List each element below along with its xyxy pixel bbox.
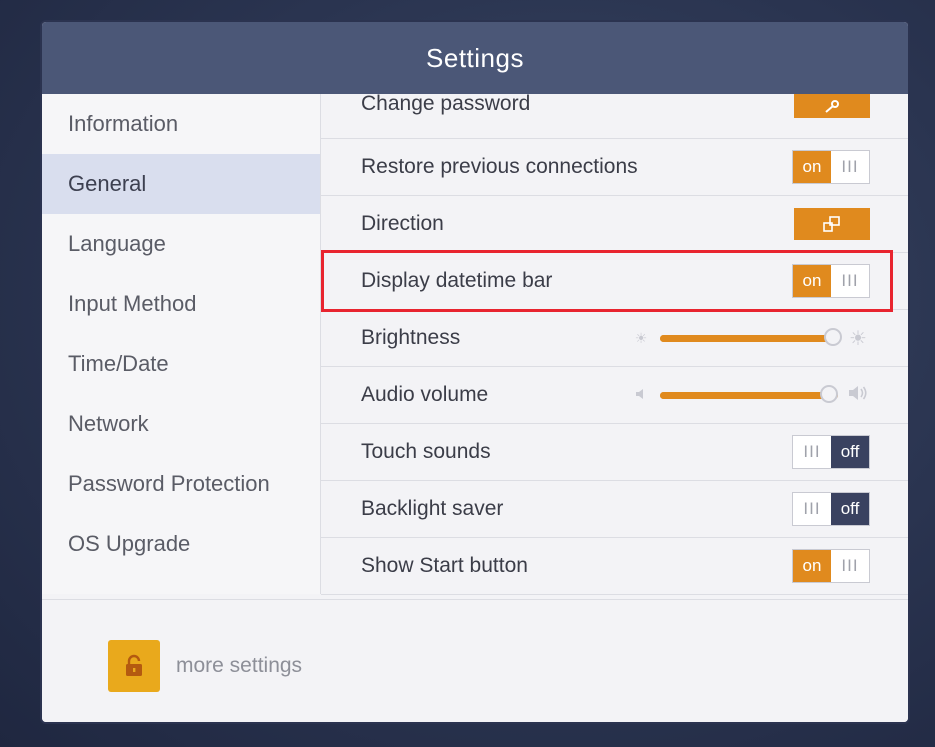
more-settings-label: more settings — [176, 654, 303, 677]
slider-handle[interactable] — [823, 327, 842, 346]
setting-label: Restore previous connections — [361, 155, 638, 178]
setting-label: Brightness — [361, 326, 461, 349]
toggle-grip: III — [841, 157, 859, 176]
toggle-off-label: off — [831, 436, 869, 468]
volume-low-icon — [630, 387, 652, 403]
display-datetime-bar-toggle[interactable]: on III — [792, 264, 870, 298]
setting-direction: Direction — [321, 196, 908, 253]
window-title: Settings — [42, 22, 908, 94]
brightness-slider[interactable] — [660, 327, 842, 346]
sidebar-item-information[interactable]: Information — [42, 94, 320, 154]
setting-change-password: Change password — [321, 94, 908, 139]
setting-label: Audio volume — [361, 383, 489, 406]
setting-label: Show Start button — [361, 554, 528, 577]
key-icon — [825, 100, 839, 113]
restore-connections-toggle[interactable]: on III — [792, 150, 870, 184]
sidebar-item-password-protection[interactable]: Password Protection — [42, 454, 320, 514]
settings-list: Change password Restore previous connect… — [321, 94, 908, 599]
slider-fill — [660, 334, 833, 342]
sidebar-item-language[interactable]: Language — [42, 214, 320, 274]
toggle-on-label: on — [793, 151, 831, 183]
toggle-on-label: on — [793, 265, 831, 297]
setting-label: Touch sounds — [361, 440, 491, 463]
setting-audio-volume: Audio volume — [321, 367, 908, 424]
lock-icon — [126, 654, 142, 676]
sidebar-item-network[interactable]: Network — [42, 394, 320, 454]
show-start-button-toggle[interactable]: on III — [792, 549, 870, 583]
toggle-grip: III — [841, 271, 859, 290]
volume-high-icon — [846, 384, 870, 407]
rotate-screen-icon — [823, 216, 840, 232]
brightness-low-icon: ☀ — [634, 329, 648, 346]
toggle-grip: III — [841, 556, 859, 575]
toggle-grip: III — [803, 442, 821, 461]
more-settings-button[interactable]: more settings — [108, 640, 302, 692]
brightness-high-icon: ☀ — [849, 327, 867, 350]
setting-label: Direction — [361, 212, 444, 235]
setting-label: Change password — [361, 94, 531, 115]
sidebar-item-general[interactable]: General — [42, 154, 320, 214]
settings-footer: more settings — [42, 599, 908, 722]
direction-button[interactable] — [794, 208, 870, 240]
setting-backlight-saver: Backlight saver III off — [321, 481, 908, 538]
change-password-button[interactable] — [794, 94, 870, 118]
sidebar-item-input-method[interactable]: Input Method — [42, 274, 320, 334]
touch-sounds-toggle[interactable]: III off — [792, 435, 870, 469]
setting-restore-connections: Restore previous connections on III — [321, 139, 908, 196]
setting-label: Display datetime bar — [361, 269, 553, 292]
setting-display-datetime-bar: Display datetime bar on III — [321, 253, 908, 310]
setting-touch-sounds: Touch sounds III off — [321, 424, 908, 481]
setting-show-start-button: Show Start button on III — [321, 538, 908, 595]
audio-volume-slider[interactable] — [660, 384, 839, 403]
toggle-on-label: on — [793, 550, 831, 582]
sidebar-item-time-date[interactable]: Time/Date — [42, 334, 320, 394]
settings-window: Settings Information General Language In… — [42, 22, 908, 722]
slider-fill — [660, 391, 830, 399]
slider-handle[interactable] — [820, 384, 839, 403]
lock-button[interactable] — [108, 640, 160, 692]
sidebar-item-os-upgrade[interactable]: OS Upgrade — [42, 514, 320, 574]
toggle-grip: III — [803, 499, 821, 518]
settings-sidebar: Information General Language Input Metho… — [42, 94, 321, 594]
setting-brightness: Brightness ☀ ☀ — [321, 310, 908, 367]
backlight-saver-toggle[interactable]: III off — [792, 492, 870, 526]
setting-label: Backlight saver — [361, 497, 504, 520]
toggle-off-label: off — [831, 493, 869, 525]
